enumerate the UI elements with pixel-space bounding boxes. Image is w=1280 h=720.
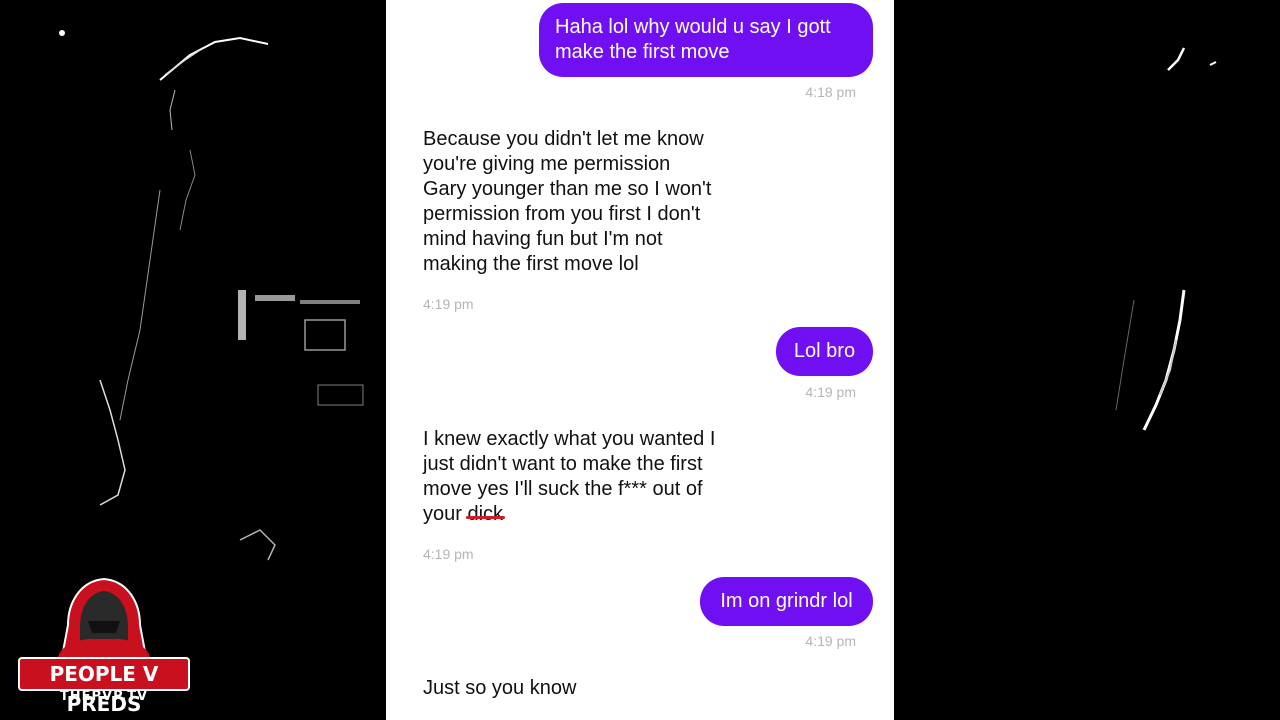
logo-title: PEOPLE V PREDS (18, 657, 190, 716)
sent-message-bubble: Lol bro (776, 327, 873, 376)
struck-out-word: dick (467, 503, 504, 525)
message-text: Haha lol why would u say I gott make the… (555, 16, 831, 63)
sent-message-bubble: Im on grindr lol (700, 577, 873, 626)
channel-logo: PEOPLE V PREDS THEPVP.TV (18, 575, 190, 716)
message-timestamp: 4:19 pm (805, 384, 856, 400)
message-timestamp: 4:19 pm (805, 633, 856, 649)
hooded-figure-icon (58, 577, 150, 658)
silhouette-art-right (1115, 47, 1217, 431)
message-timestamp: 4:18 pm (805, 84, 856, 100)
message-text: Im on grindr lol (720, 590, 853, 612)
sent-message-bubble: Haha lol why would u say I gott make the… (539, 3, 873, 77)
video-frame: Haha lol why would u say I gott make the… (0, 0, 1280, 720)
logo-subtitle: THEPVP.TV (59, 689, 149, 704)
message-timestamp: 4:19 pm (423, 546, 474, 562)
message-timestamp: 4:19 pm (423, 296, 474, 312)
received-message-text: I knew exactly what you wanted I just di… (423, 427, 715, 527)
message-text: Lol bro (793, 340, 856, 362)
right-background-panel (894, 0, 1280, 720)
received-message-text: Just so you know (423, 677, 577, 699)
received-message-text: Because you didn't let me know you're gi… (423, 128, 712, 275)
chat-conversation: Haha lol why would u say I gott make the… (386, 0, 894, 720)
